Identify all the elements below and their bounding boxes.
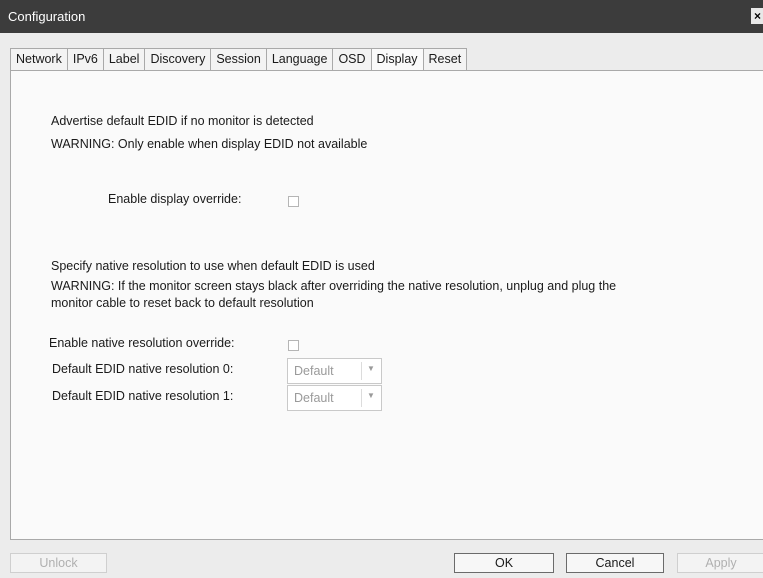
display-panel: Advertise default EDID if no monitor is … — [10, 70, 763, 540]
res1-select[interactable]: Default ▼ — [287, 385, 382, 411]
tab-osd[interactable]: OSD — [332, 48, 371, 71]
cancel-button[interactable]: Cancel — [566, 553, 664, 573]
title-bar: Configuration × — [0, 0, 763, 33]
window-title: Configuration — [8, 9, 86, 24]
res1-value: Default — [294, 391, 334, 405]
dialog-body: Network IPv6 Label Discovery Session Lan… — [0, 33, 763, 578]
native-warning-line2: monitor cable to reset back to default r… — [51, 296, 314, 310]
res1-label: Default EDID native resolution 1: — [52, 389, 234, 403]
native-override-label: Enable native resolution override: — [49, 336, 235, 350]
res0-value: Default — [294, 364, 334, 378]
edid-warning: WARNING: Only enable when display EDID n… — [51, 137, 368, 151]
edid-heading: Advertise default EDID if no monitor is … — [51, 114, 314, 128]
chevron-down-icon: ▼ — [367, 391, 375, 400]
select-divider — [361, 362, 362, 380]
native-warning-line1: WARNING: If the monitor screen stays bla… — [51, 279, 617, 293]
tab-display[interactable]: Display — [370, 48, 423, 71]
tab-discovery[interactable]: Discovery — [144, 48, 211, 71]
ok-button[interactable]: OK — [454, 553, 554, 573]
res0-select[interactable]: Default ▼ — [287, 358, 382, 384]
tab-ipv6[interactable]: IPv6 — [66, 48, 103, 71]
tab-bar: Network IPv6 Label Discovery Session Lan… — [10, 48, 468, 71]
native-heading: Specify native resolution to use when de… — [51, 259, 375, 273]
unlock-button[interactable]: Unlock — [10, 553, 107, 573]
tab-label[interactable]: Label — [102, 48, 145, 71]
chevron-down-icon: ▼ — [367, 364, 375, 373]
display-override-checkbox[interactable] — [288, 196, 299, 207]
native-override-checkbox[interactable] — [288, 340, 299, 351]
tab-network[interactable]: Network — [10, 48, 67, 71]
close-icon[interactable]: × — [751, 8, 763, 24]
tab-session[interactable]: Session — [210, 48, 266, 71]
display-override-label: Enable display override: — [108, 192, 242, 206]
res0-label: Default EDID native resolution 0: — [52, 362, 234, 376]
apply-button[interactable]: Apply — [677, 553, 763, 573]
select-divider — [361, 389, 362, 407]
tab-language[interactable]: Language — [265, 48, 333, 71]
tab-reset[interactable]: Reset — [422, 48, 468, 71]
